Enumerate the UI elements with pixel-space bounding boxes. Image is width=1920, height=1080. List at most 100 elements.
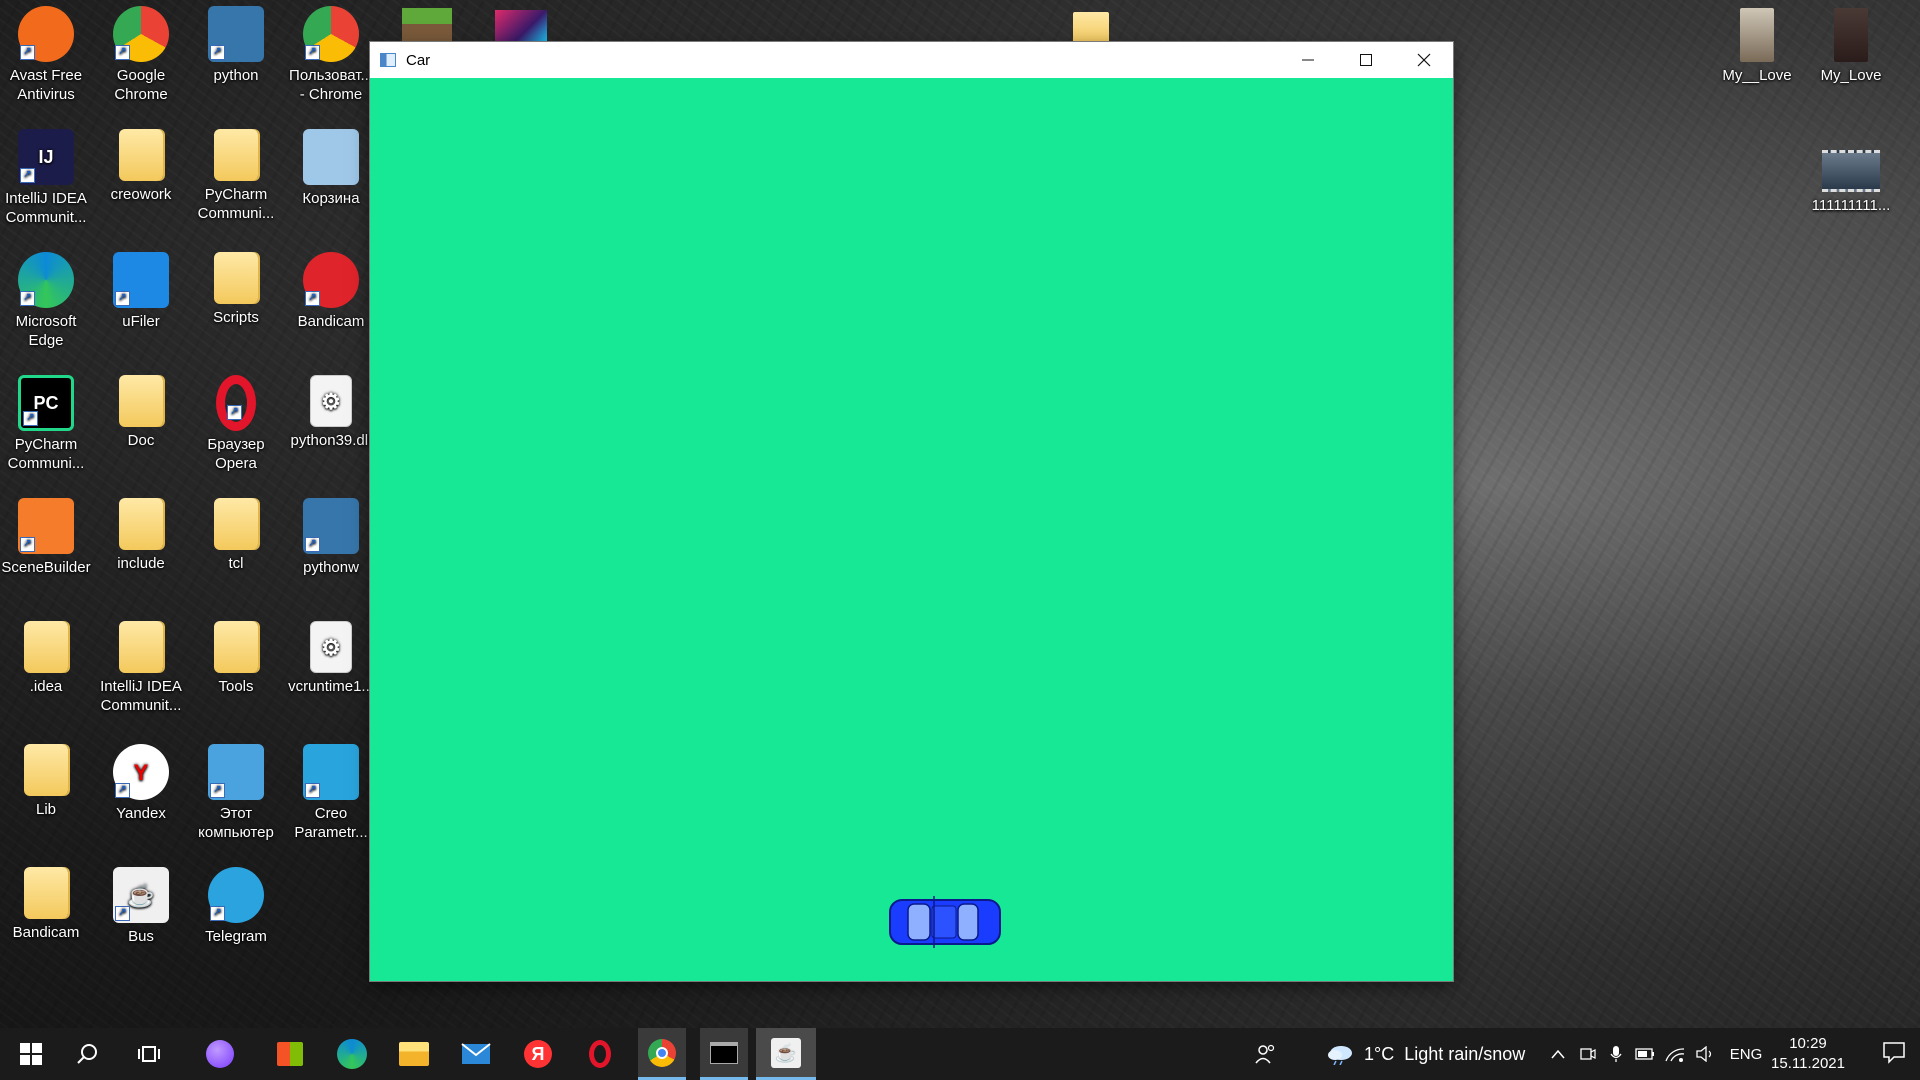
desktop-icon[interactable]: Scripts [190, 252, 282, 327]
desktop-icon[interactable]: ↗ Браузер Opera [190, 375, 282, 473]
weather-text: 1°C Light rain/snow [1364, 1043, 1526, 1064]
action-center-button[interactable] [1882, 1040, 1906, 1064]
desktop-icon[interactable]: PyCharm Communi... [190, 129, 282, 223]
desktop-icon[interactable]: Lib [0, 744, 92, 819]
desktop-icon-my-love-2[interactable]: My_Love [1805, 8, 1897, 85]
desktop-icon[interactable]: ⚙ vcruntime1... [285, 621, 377, 696]
desktop-icon[interactable]: ↗ Пользоват... - Chrome [285, 6, 377, 104]
shortcut-arrow-icon: ↗ [115, 291, 130, 306]
tray-microphone[interactable] [1604, 1028, 1628, 1080]
desktop-icon[interactable]: PC ↗ PyCharm Communi... [0, 375, 92, 473]
folder-icon[interactable] [1073, 12, 1109, 44]
tray-wifi[interactable] [1662, 1028, 1688, 1080]
intellij-icon: IJ ↗ [18, 129, 74, 185]
desktop-icon[interactable]: ↗ pythonw [285, 498, 377, 577]
desktop-icon[interactable]: Tools [190, 621, 282, 696]
desktop-icon[interactable]: IJ ↗ IntelliJ IDEA Communit... [0, 129, 92, 227]
desktop-icon[interactable]: Bandicam [0, 867, 92, 942]
desktop-icon[interactable]: ↗ uFiler [95, 252, 187, 331]
desktop-icon[interactable]: ↗ Telegram [190, 867, 282, 946]
desktop-icon-label: SceneBuilder [1, 559, 91, 576]
terminal-icon [710, 1041, 738, 1064]
taskbar-store[interactable] [266, 1028, 314, 1080]
shortcut-arrow-icon: ↗ [305, 537, 320, 552]
desktop-icon[interactable]: ↗ Google Chrome [95, 6, 187, 104]
battery-icon [1635, 1048, 1654, 1060]
taskbar-edge[interactable] [328, 1028, 376, 1080]
search-icon [77, 1044, 97, 1064]
taskbar-terminal[interactable] [700, 1028, 748, 1080]
desktop-icon[interactable]: tcl [190, 498, 282, 573]
people-button[interactable] [1250, 1028, 1280, 1080]
desktop-icon-label: Scripts [213, 309, 259, 326]
dll-file-icon: ⚙ [310, 621, 352, 673]
clock[interactable]: 10:29 15.11.2021 [1768, 1034, 1848, 1074]
taskbar-mail[interactable] [452, 1028, 500, 1080]
desktop-icon[interactable]: ↗ python [190, 6, 282, 85]
game-canvas[interactable] [370, 78, 1453, 981]
minimize-button[interactable] [1279, 42, 1337, 78]
show-hidden-icons-button[interactable] [1545, 1028, 1571, 1080]
tray-battery[interactable] [1632, 1028, 1658, 1080]
game-icon[interactable] [495, 10, 547, 44]
desktop-icon-label: include [117, 555, 165, 572]
folder-icon [119, 621, 163, 673]
task-view-icon [138, 1046, 160, 1062]
mail-icon [461, 1043, 491, 1064]
taskbar-file-explorer[interactable] [390, 1028, 438, 1080]
desktop-icon-video[interactable]: 111111111... [1805, 150, 1897, 215]
desktop-icon[interactable]: Корзина [285, 129, 377, 208]
desktop-icon[interactable]: include [95, 498, 187, 573]
desktop-icon[interactable]: .idea [0, 621, 92, 696]
close-button[interactable] [1395, 42, 1453, 78]
window-titlebar[interactable]: Car [370, 42, 1453, 78]
desktop-icon-my-love-1[interactable]: My__Love [1711, 8, 1803, 85]
desktop-icon-label: Bandicam [12, 924, 80, 941]
desktop-icon[interactable]: Doc [95, 375, 187, 450]
language-text: ENG [1729, 1045, 1763, 1063]
scenebuilder-icon: ↗ [18, 498, 74, 554]
desktop-icon[interactable]: ↗ Avast Free Antivirus [0, 6, 92, 104]
pycharm-icon: PC ↗ [18, 375, 74, 431]
tray-meet-now[interactable] [1576, 1028, 1600, 1080]
desktop-icon-label: Браузер Opera [207, 436, 265, 472]
desktop-icon[interactable]: ☕ ↗ Bus [95, 867, 187, 946]
language-indicator[interactable]: ENG [1724, 1028, 1768, 1080]
desktop-icon[interactable]: ⚙ python39.dll [285, 375, 377, 450]
folder-icon [119, 498, 163, 550]
car-sprite [889, 896, 1001, 948]
taskbar-chrome[interactable] [638, 1028, 686, 1080]
desktop-icon[interactable]: ↗ Этот компьютер [190, 744, 282, 842]
desktop-icon[interactable]: ↗ Creo Parametr... [285, 744, 377, 842]
shortcut-arrow-icon: ↗ [210, 783, 225, 798]
taskbar-java[interactable]: ☕ [756, 1028, 816, 1080]
shortcut-arrow-icon: ↗ [305, 291, 320, 306]
desktop-icon[interactable]: IntelliJ IDEA Communit... [95, 621, 187, 715]
desktop-icon-label: tcl [228, 555, 244, 572]
folder-icon [119, 375, 163, 427]
desktop-icon-label: Tools [218, 678, 254, 695]
bandicam-folder-icon [24, 867, 68, 919]
notification-icon [1883, 1042, 1905, 1064]
taskbar-alice[interactable] [196, 1028, 244, 1080]
desktop-icon[interactable]: Y ↗ Yandex [95, 744, 187, 823]
start-button[interactable] [8, 1028, 54, 1080]
search-button[interactable] [64, 1028, 110, 1080]
desktop-icon[interactable]: creowork [95, 129, 187, 204]
taskbar-yandex[interactable]: Я [514, 1028, 562, 1080]
maximize-button[interactable] [1337, 42, 1395, 78]
desktop-icon[interactable]: ↗ Bandicam [285, 252, 377, 331]
weather-widget[interactable]: 1°C Light rain/snow [1326, 1028, 1536, 1080]
desktop-icon[interactable]: ↗ Microsoft Edge [0, 252, 92, 350]
pythonw-icon: ↗ [303, 498, 359, 554]
tray-volume[interactable] [1692, 1028, 1718, 1080]
task-view-button[interactable] [126, 1028, 172, 1080]
car-window[interactable]: Car [370, 42, 1453, 981]
java-icon: ☕ ↗ [113, 867, 169, 923]
desktop-icon-label: uFiler [122, 313, 160, 330]
telegram-icon: ↗ [208, 867, 264, 923]
desktop-icon-label: IntelliJ IDEA Communit... [5, 190, 87, 226]
minecraft-icon[interactable] [402, 8, 452, 44]
taskbar-opera[interactable] [576, 1028, 624, 1080]
desktop-icon[interactable]: ↗ SceneBuilder [0, 498, 92, 577]
